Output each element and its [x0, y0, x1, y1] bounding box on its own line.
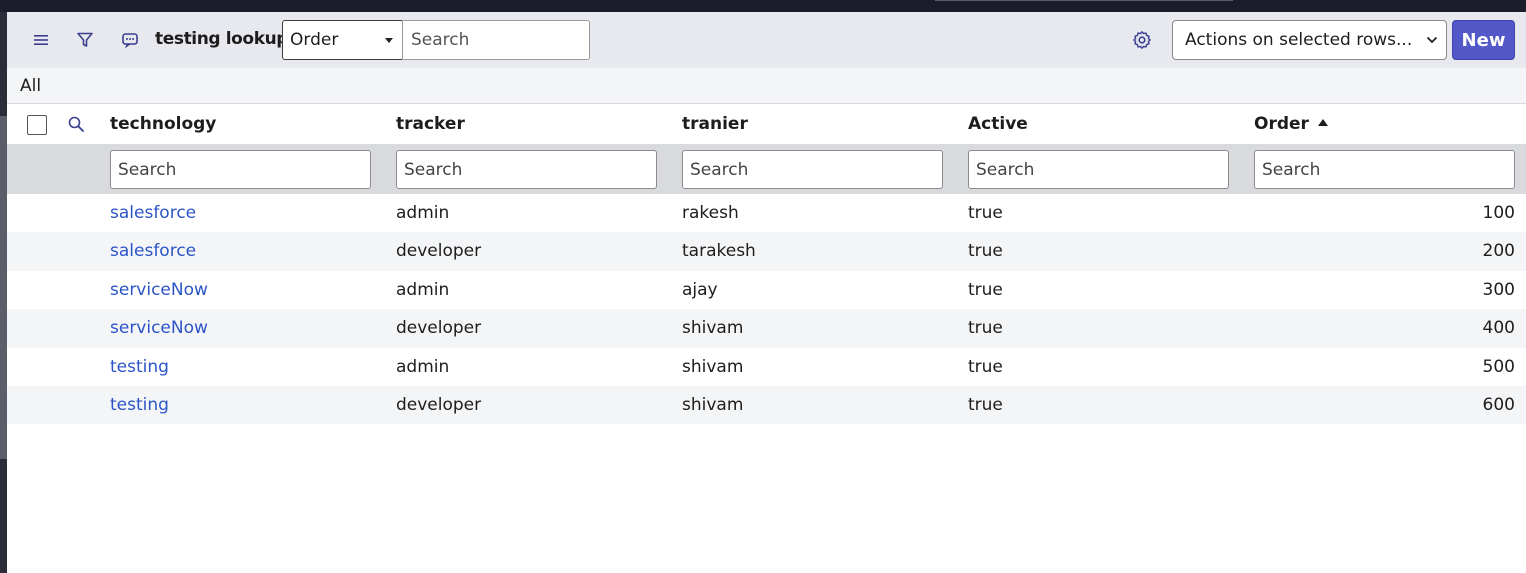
select-all-checkbox[interactable] — [27, 115, 47, 135]
tranier-cell: ajay — [682, 279, 718, 300]
actions-select-value: Actions on selected rows... — [1185, 30, 1413, 50]
hamburger-icon[interactable] — [25, 24, 57, 56]
tracker-cell: admin — [396, 279, 450, 300]
tracker-cell: admin — [396, 203, 450, 223]
tranier-cell: shivam — [682, 318, 744, 339]
scrollbar-thumb[interactable] — [0, 116, 7, 459]
list-title: testing lookups — [155, 29, 298, 49]
column-header-technology[interactable]: technology — [110, 114, 216, 134]
tracker-cell: developer — [396, 241, 482, 262]
order-cell: 100 — [1482, 203, 1515, 223]
technology-link[interactable]: salesforce — [110, 241, 196, 261]
field-select-value: Order — [290, 30, 339, 50]
order-cell: 500 — [1482, 356, 1515, 377]
technology-link[interactable]: salesforce — [110, 203, 196, 223]
active-cell: true — [968, 241, 1003, 262]
app-top-bar — [0, 0, 1526, 12]
field-select[interactable]: Order — [282, 20, 403, 60]
technology-link[interactable]: serviceNow — [110, 318, 208, 338]
top-bar-divider — [935, 0, 1233, 1]
table-row: salesforce developer tarakesh true 200 — [7, 232, 1526, 271]
sort-ascending-icon — [1317, 119, 1328, 126]
order-cell: 300 — [1482, 279, 1515, 300]
tranier-cell: shivam — [682, 356, 744, 377]
column-header-order[interactable]: Order — [1254, 114, 1328, 134]
table-row: testing developer shivam true 600 — [7, 385, 1526, 425]
order-cell: 400 — [1482, 318, 1515, 339]
technology-link[interactable]: testing — [110, 357, 169, 377]
search-technology-input[interactable] — [110, 150, 371, 189]
tranier-cell: rakesh — [682, 203, 739, 223]
order-cell: 600 — [1482, 394, 1515, 415]
left-scroll-rail[interactable] — [0, 12, 7, 573]
technology-link[interactable]: serviceNow — [110, 280, 208, 300]
tranier-cell: shivam — [682, 394, 744, 415]
breadcrumb-all[interactable]: All — [20, 76, 41, 96]
search-icon[interactable] — [64, 112, 88, 136]
table-row: salesforce admin rakesh true 100 — [7, 194, 1526, 232]
tracker-cell: developer — [396, 318, 482, 339]
search-order-input[interactable] — [1254, 150, 1515, 189]
list-header: testing lookups Order Actions on selecte… — [7, 12, 1526, 68]
column-header-order-label: Order — [1254, 114, 1309, 134]
tranier-cell: tarakesh — [682, 241, 756, 262]
column-header-active[interactable]: Active — [968, 114, 1028, 134]
table-row: serviceNow admin ajay true 300 — [7, 271, 1526, 309]
column-header-row: technology tracker tranier Active Order — [7, 104, 1526, 144]
chat-icon[interactable] — [114, 24, 146, 56]
active-cell: true — [968, 356, 1003, 377]
column-search-row — [7, 144, 1526, 194]
active-cell: true — [968, 279, 1003, 300]
new-button[interactable]: New — [1452, 20, 1515, 60]
header-search-input[interactable] — [402, 20, 590, 60]
actions-select[interactable]: Actions on selected rows... — [1172, 20, 1447, 60]
filter-icon[interactable] — [69, 24, 101, 56]
table-body: salesforce admin rakesh true 100 salesfo… — [7, 194, 1526, 425]
active-cell: true — [968, 203, 1003, 223]
active-cell: true — [968, 318, 1003, 339]
search-tracker-input[interactable] — [396, 150, 657, 189]
gear-icon[interactable] — [1126, 24, 1158, 56]
tracker-cell: admin — [396, 356, 450, 377]
table-row: serviceNow developer shivam true 400 — [7, 309, 1526, 348]
column-header-tranier[interactable]: tranier — [682, 114, 748, 134]
technology-link[interactable]: testing — [110, 395, 169, 415]
tracker-cell: developer — [396, 394, 482, 415]
search-tranier-input[interactable] — [682, 150, 943, 189]
active-cell: true — [968, 394, 1003, 415]
breadcrumb: All — [7, 68, 1526, 104]
column-header-tracker[interactable]: tracker — [396, 114, 465, 134]
order-cell: 200 — [1482, 241, 1515, 262]
table-row: testing admin shivam true 500 — [7, 348, 1526, 386]
search-active-input[interactable] — [968, 150, 1229, 189]
caret-down-icon — [385, 38, 393, 43]
chevron-down-icon — [1426, 32, 1438, 53]
